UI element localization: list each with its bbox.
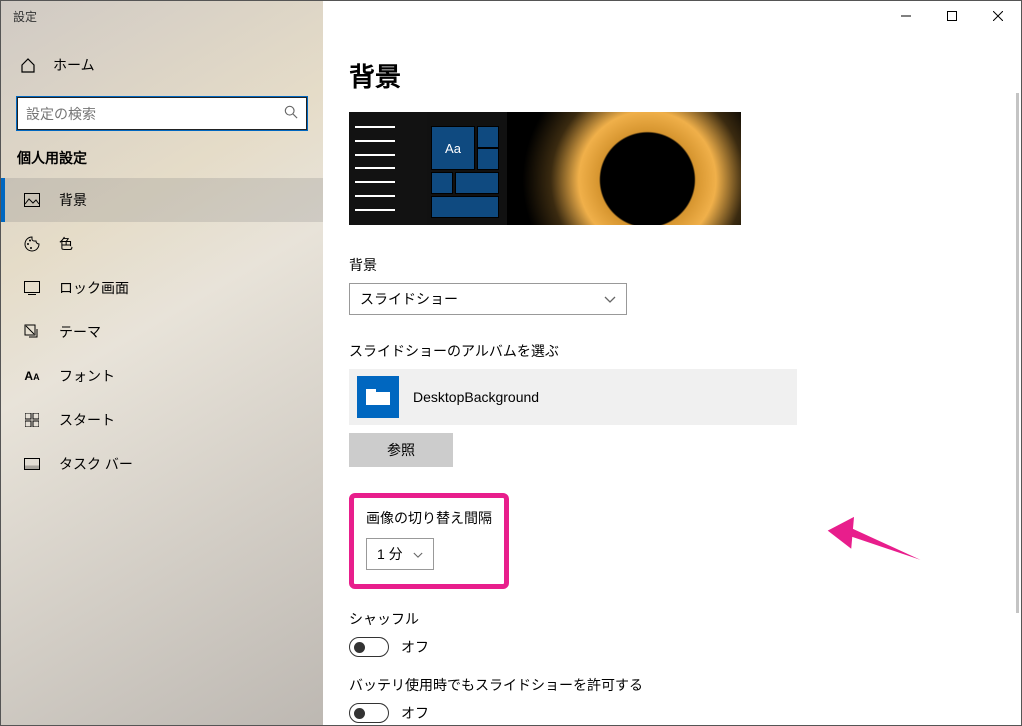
sidebar-item-taskbar[interactable]: タスク バー — [1, 442, 323, 486]
taskbar-icon — [23, 458, 41, 470]
sidebar-item-label: タスク バー — [59, 454, 133, 474]
close-button[interactable] — [975, 1, 1021, 31]
home-icon — [19, 57, 37, 73]
album-name: DesktopBackground — [413, 389, 539, 405]
minimize-button[interactable] — [883, 1, 929, 31]
sidebar-item-label: 背景 — [59, 190, 87, 210]
titlebar: 設定 — [1, 1, 1021, 31]
settings-window: 設定 ホーム 個人用設定 — [0, 0, 1022, 726]
sidebar-item-colors[interactable]: 色 — [1, 222, 323, 266]
search-field[interactable] — [26, 106, 284, 122]
maximize-icon — [947, 11, 957, 21]
album-label: スライドショーのアルバムを選ぶ — [349, 341, 989, 361]
background-label: 背景 — [349, 255, 989, 275]
annotation-arrow — [827, 511, 927, 571]
preview-wallpaper — [507, 112, 741, 225]
sidebar: ホーム 個人用設定 背景 色 ロック画面 テーマ AA フォント — [1, 1, 323, 725]
shuffle-state: オフ — [401, 637, 429, 657]
interval-label: 画像の切り替え間隔 — [366, 508, 492, 528]
page-title: 背景 — [349, 57, 989, 94]
sidebar-item-background[interactable]: 背景 — [1, 178, 323, 222]
interval-dropdown[interactable]: 1 分 — [366, 538, 434, 570]
interval-highlight: 画像の切り替え間隔 1 分 — [349, 493, 509, 589]
sidebar-group-title: 個人用設定 — [1, 148, 323, 178]
sidebar-item-label: 色 — [59, 234, 73, 254]
lockscreen-icon — [23, 281, 41, 295]
scrollbar[interactable] — [1016, 93, 1019, 613]
browse-button[interactable]: 参照 — [349, 433, 453, 467]
colors-icon — [23, 236, 41, 252]
main-content: 背景 Aa 背景 スライドショー スライドショーのアルバムを選ぶ — [323, 1, 1021, 725]
preview-start-tiles: Aa — [427, 112, 507, 225]
fonts-icon: AA — [23, 369, 41, 383]
chevron-down-icon — [413, 546, 423, 562]
minimize-icon — [901, 11, 911, 21]
battery-row: オフ — [349, 703, 989, 723]
background-icon — [23, 193, 41, 207]
sidebar-item-start[interactable]: スタート — [1, 398, 323, 442]
browse-label: 参照 — [387, 440, 415, 460]
window-controls — [883, 1, 1021, 31]
battery-label: バッテリ使用時でもスライドショーを許可する — [349, 675, 989, 695]
home-link[interactable]: ホーム — [1, 45, 323, 85]
search-input[interactable] — [17, 97, 307, 130]
folder-icon — [357, 376, 399, 418]
home-label: ホーム — [53, 55, 95, 75]
search-icon — [284, 105, 298, 122]
chevron-down-icon — [604, 291, 616, 307]
sidebar-item-themes[interactable]: テーマ — [1, 310, 323, 354]
shuffle-label: シャッフル — [349, 609, 989, 629]
background-type-dropdown[interactable]: スライドショー — [349, 283, 627, 315]
shuffle-row: オフ — [349, 637, 989, 657]
shuffle-toggle[interactable] — [349, 637, 389, 657]
sidebar-item-fonts[interactable]: AA フォント — [1, 354, 323, 398]
preview-sample-tile: Aa — [431, 126, 475, 170]
maximize-button[interactable] — [929, 1, 975, 31]
dropdown-value: 1 分 — [377, 544, 403, 564]
close-icon — [993, 11, 1003, 21]
sidebar-item-lockscreen[interactable]: ロック画面 — [1, 266, 323, 310]
themes-icon — [23, 324, 41, 340]
battery-state: オフ — [401, 703, 429, 723]
album-row[interactable]: DesktopBackground — [349, 369, 797, 425]
sidebar-item-label: スタート — [59, 410, 115, 430]
sidebar-item-label: フォント — [59, 366, 115, 386]
dropdown-value: スライドショー — [360, 289, 458, 309]
start-icon — [23, 413, 41, 427]
sidebar-item-label: ロック画面 — [59, 278, 129, 298]
preview-taskbar-mock — [349, 112, 427, 225]
sidebar-item-label: テーマ — [59, 322, 101, 342]
battery-toggle[interactable] — [349, 703, 389, 723]
window-title: 設定 — [1, 8, 37, 25]
desktop-preview: Aa — [349, 112, 741, 225]
